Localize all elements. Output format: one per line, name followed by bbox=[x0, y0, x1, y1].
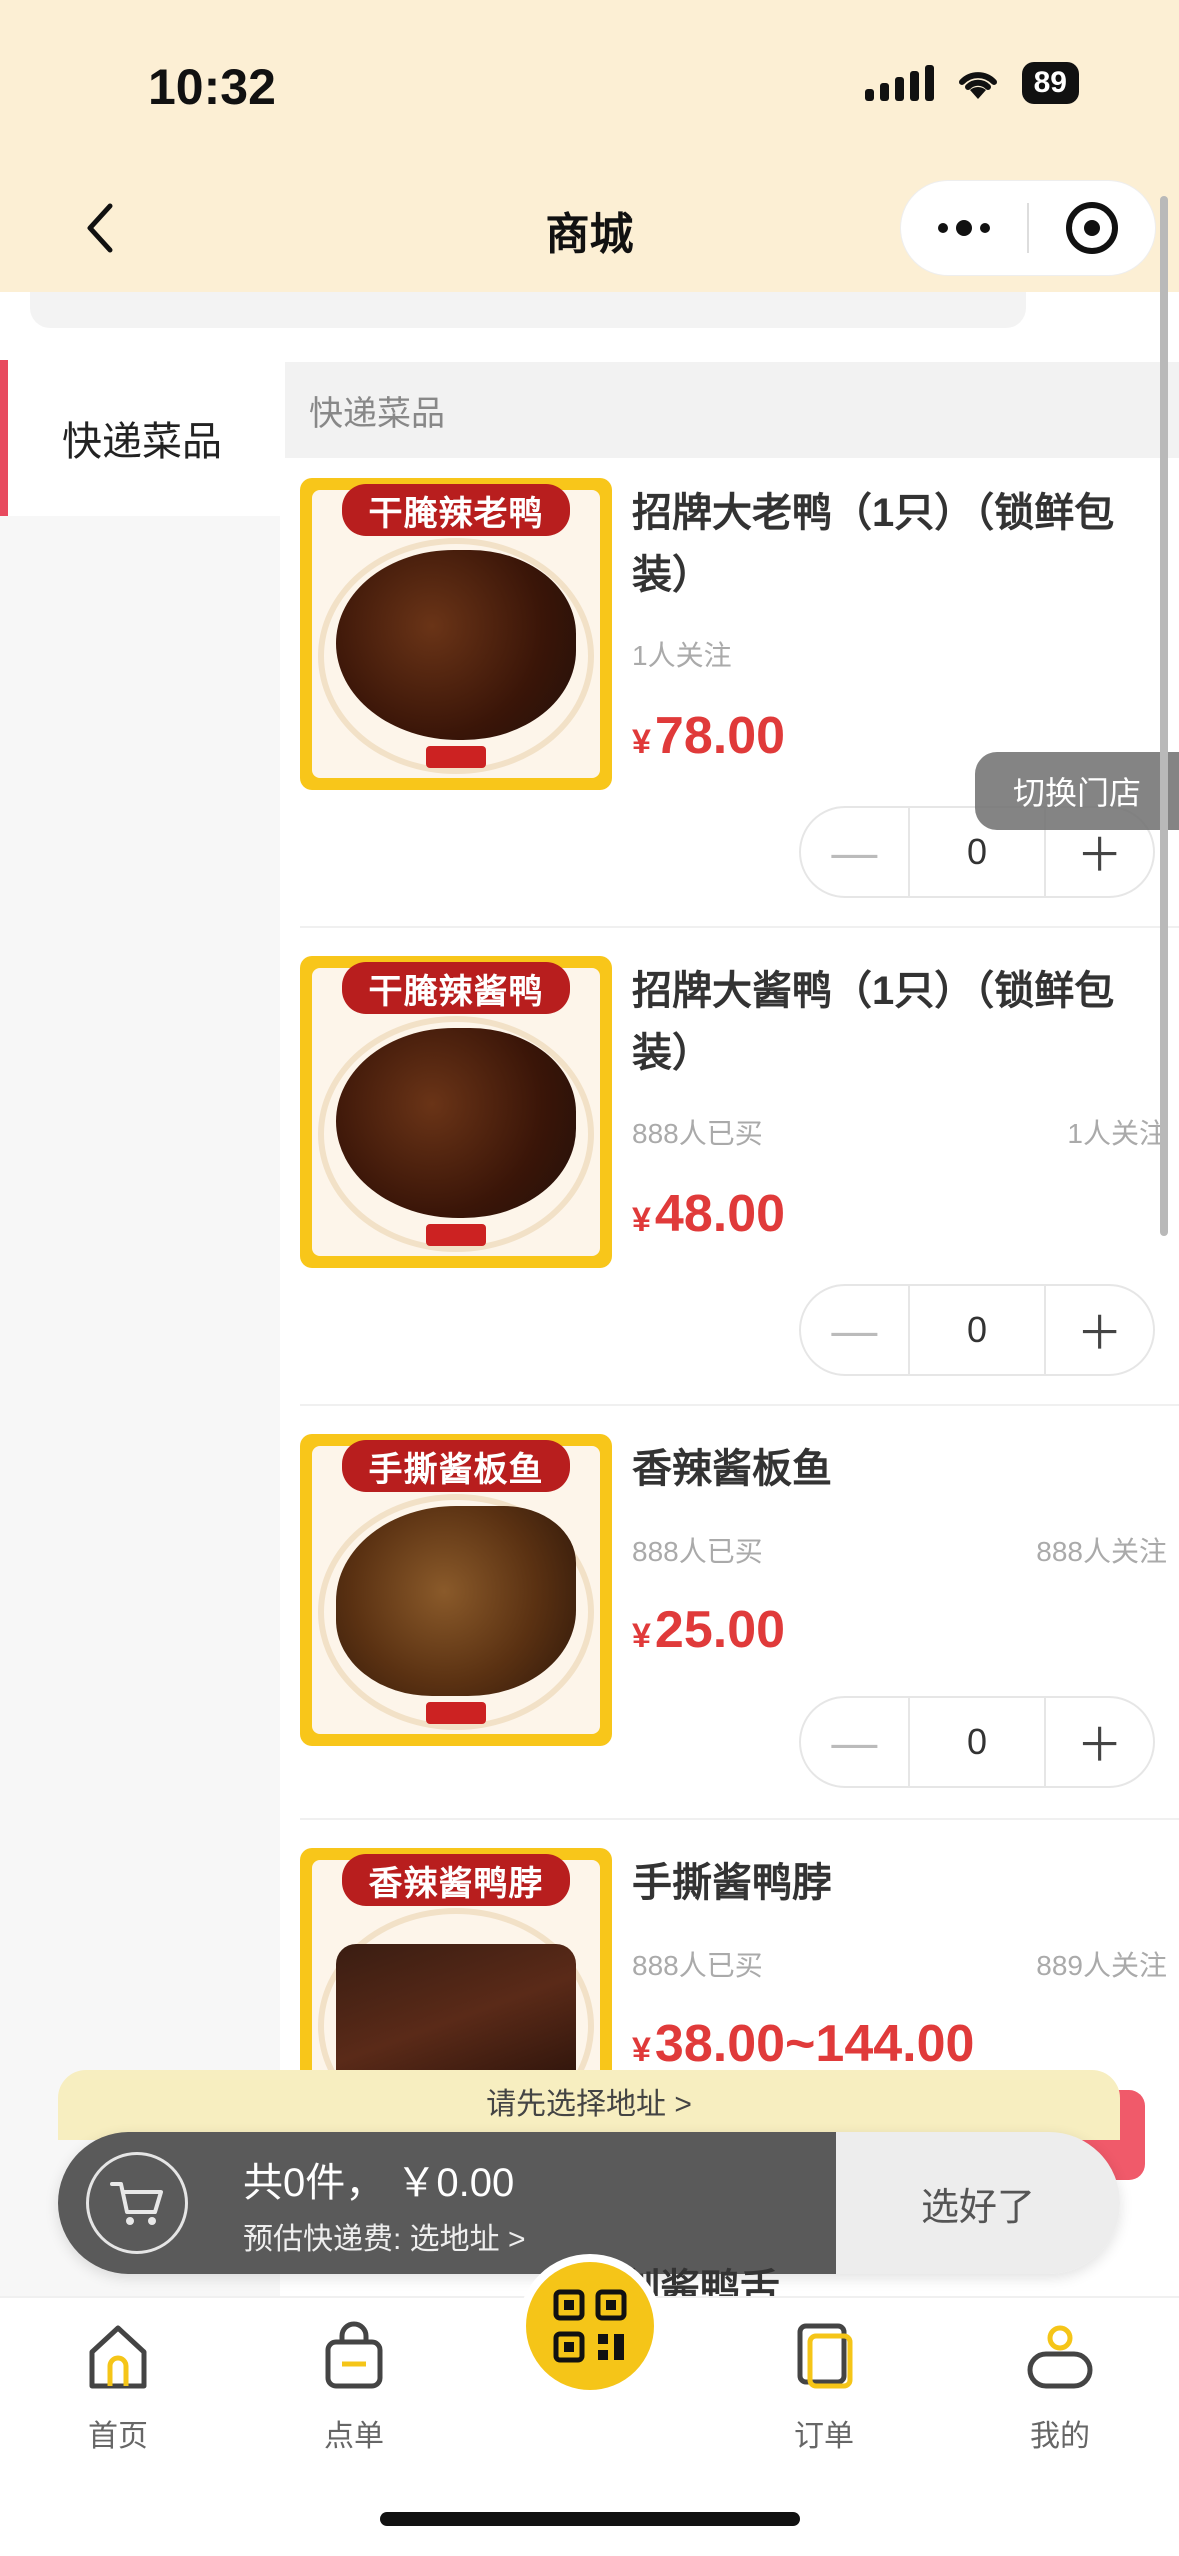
product-follow: 889人关注 bbox=[1036, 1950, 1167, 1981]
address-tip[interactable]: 请先选择地址 > bbox=[58, 2070, 1120, 2140]
more-button[interactable] bbox=[901, 181, 1027, 275]
status-icons: 89 bbox=[864, 62, 1079, 104]
product-follow: 1人关注 bbox=[1067, 1118, 1167, 1149]
product-sold: 888人已买 bbox=[632, 1536, 763, 1567]
switch-store-button[interactable]: 切换门店 bbox=[975, 752, 1179, 830]
tab-profile[interactable]: 我的 bbox=[980, 2316, 1140, 2455]
increase-button[interactable]: ＋ bbox=[1046, 1286, 1153, 1374]
checkout-button[interactable]: 选好了 bbox=[836, 2132, 1120, 2274]
cellular-signal-icon bbox=[864, 65, 934, 101]
product-price: ¥78.00 bbox=[632, 707, 786, 765]
product-image[interactable]: 手撕酱板鱼 bbox=[300, 1434, 612, 1746]
product-image-tag: 干腌辣酱鸭 bbox=[342, 962, 570, 1014]
product-name: 招牌大酱鸭（1只）（锁鲜包装） bbox=[632, 969, 1115, 1075]
cart-total: 共0件， ￥0.00 bbox=[243, 2161, 515, 2205]
increase-button[interactable]: ＋ bbox=[1046, 1698, 1153, 1786]
miniprogram-capsule bbox=[900, 180, 1156, 276]
shipping-fee[interactable]: 预估快递费: 选地址 > bbox=[243, 2214, 526, 2258]
product-card[interactable]: 干腌辣酱鸭 招牌大酱鸭（1只）（锁鲜包装） 888人已买 1人关注 ¥48.00… bbox=[300, 956, 1179, 1396]
product-follow: 888人关注 bbox=[1036, 1536, 1167, 1567]
product-image[interactable]: 干腌辣酱鸭 bbox=[300, 956, 612, 1268]
decrease-button[interactable]: — bbox=[801, 808, 908, 896]
product-sold: 888人已买 bbox=[632, 1950, 763, 1981]
more-dots-icon bbox=[938, 220, 990, 236]
product-card[interactable]: 干腌辣老鸭 招牌大老鸭（1只）（锁鲜包装） 1人关注 ¥78.00 — 0 ＋ bbox=[300, 478, 1179, 918]
product-image-tag: 干腌辣老鸭 bbox=[342, 484, 570, 536]
product-image[interactable]: 干腌辣老鸭 bbox=[300, 478, 612, 790]
divider bbox=[300, 926, 1179, 928]
fish-image bbox=[336, 1506, 576, 1696]
product-name: 香辣酱板鱼 bbox=[632, 1447, 832, 1491]
duck-image bbox=[336, 550, 576, 740]
duck-image bbox=[336, 1028, 576, 1218]
product-name: 手撕酱鸭脖 bbox=[632, 1861, 832, 1905]
category-sidebar: 快递菜品 bbox=[0, 360, 280, 2300]
sidebar-item-express[interactable]: 快递菜品 bbox=[0, 360, 280, 516]
battery-indicator: 89 bbox=[1021, 62, 1079, 104]
brand-logo bbox=[426, 1224, 486, 1246]
target-icon bbox=[1065, 202, 1118, 254]
product-image-tag: 手撕酱板鱼 bbox=[342, 1440, 570, 1492]
cart-summary[interactable]: 共0件， ￥0.00 预估快递费: 选地址 > bbox=[58, 2132, 836, 2274]
decrease-button[interactable]: — bbox=[801, 1286, 908, 1374]
header: 10:32 89 商城 bbox=[0, 0, 1179, 292]
brand-logo bbox=[426, 1702, 486, 1724]
scrollbar[interactable] bbox=[1160, 196, 1168, 1236]
qr-code-icon bbox=[553, 2289, 627, 2363]
divider bbox=[300, 1404, 1179, 1406]
tab-home[interactable]: 首页 bbox=[38, 2316, 198, 2455]
product-card[interactable]: 手撕酱板鱼 香辣酱板鱼 888人已买 888人关注 ¥25.00 — 0 ＋ bbox=[300, 1434, 1179, 1834]
home-icon bbox=[89, 2325, 147, 2389]
quantity-value[interactable]: 0 bbox=[907, 1286, 1047, 1374]
order-icon bbox=[797, 2323, 853, 2389]
quantity-value[interactable]: 0 bbox=[907, 1698, 1047, 1786]
bag-icon bbox=[325, 2321, 383, 2389]
product-sold: 888人已买 bbox=[632, 1118, 763, 1149]
divider bbox=[300, 1818, 1179, 1820]
product-image-tag: 香辣酱鸭脖 bbox=[342, 1854, 570, 1906]
product-price: ¥48.00 bbox=[632, 1185, 786, 1243]
product-follow: 1人关注 bbox=[632, 640, 732, 671]
decrease-button[interactable]: — bbox=[801, 1698, 908, 1786]
active-marker bbox=[0, 360, 8, 516]
profile-icon bbox=[1027, 2325, 1093, 2389]
wifi-icon bbox=[958, 72, 997, 99]
sidebar-item-label: 快递菜品 bbox=[62, 420, 222, 464]
tab-label: 订单 bbox=[794, 2420, 854, 2453]
tab-order-now[interactable]: 点单 bbox=[274, 2316, 434, 2455]
home-indicator bbox=[380, 2512, 800, 2526]
tab-orders[interactable]: 订单 bbox=[744, 2316, 904, 2455]
tab-label: 我的 bbox=[1030, 2420, 1090, 2453]
product-price: ¥25.00 bbox=[632, 1601, 786, 1659]
brand-logo bbox=[426, 746, 486, 768]
scan-button[interactable] bbox=[518, 2254, 662, 2398]
category-header: 快递菜品 bbox=[285, 362, 1179, 458]
close-miniprogram-button[interactable] bbox=[1029, 181, 1155, 275]
quantity-stepper[interactable]: — 0 ＋ bbox=[799, 1696, 1155, 1788]
quantity-stepper[interactable]: — 0 ＋ bbox=[799, 1284, 1155, 1376]
tab-label: 首页 bbox=[88, 2420, 148, 2453]
status-time: 10:32 bbox=[148, 59, 276, 115]
product-price: ¥38.00~144.00 bbox=[632, 2015, 975, 2073]
product-name: 招牌大老鸭（1只）（锁鲜包装） bbox=[632, 491, 1115, 597]
tab-label: 点单 bbox=[324, 2420, 384, 2453]
cart-bar: 共0件， ￥0.00 预估快递费: 选地址 > 选好了 bbox=[58, 2132, 1120, 2274]
cart-icon[interactable] bbox=[86, 2152, 188, 2254]
